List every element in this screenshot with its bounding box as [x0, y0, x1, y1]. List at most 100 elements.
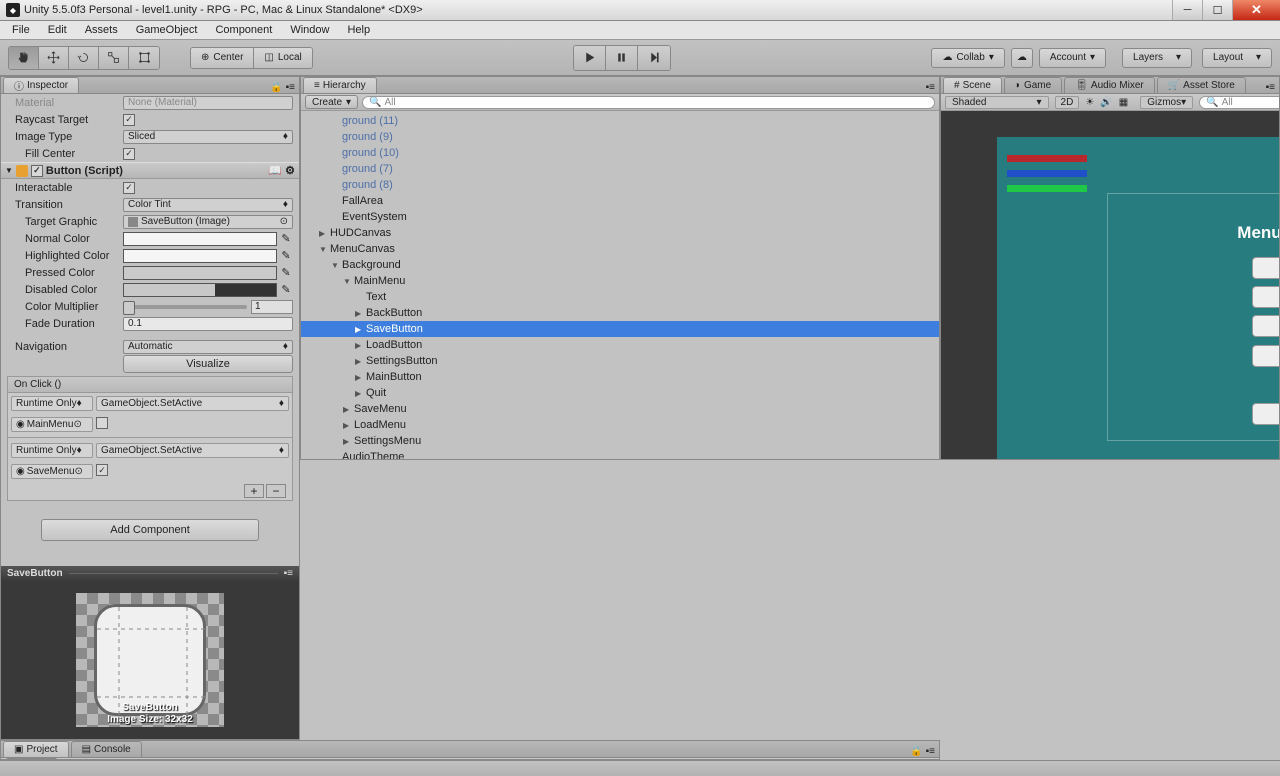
preview-options-icon[interactable]: ▪≡ — [284, 568, 293, 579]
runtime-dropdown-2[interactable]: Runtime Only ♦ — [11, 443, 93, 458]
eyedropper-icon[interactable]: ✎ — [279, 266, 293, 280]
collab-dropdown[interactable]: ☁ Collab ▾ — [931, 48, 1004, 68]
pivot-local-button[interactable]: ◫ Local — [254, 48, 311, 68]
fx-toggle-icon[interactable]: ▦ — [1119, 97, 1128, 108]
color-multiplier-value[interactable]: 1 — [251, 300, 293, 314]
cloud-button[interactable]: ☁ — [1011, 48, 1033, 68]
hierarchy-options-icon[interactable]: ▪≡ — [922, 82, 939, 93]
function-dropdown-2[interactable]: GameObject.SetActive♦ — [96, 443, 289, 458]
component-gear-icon[interactable]: ⚙ — [285, 164, 295, 177]
inspector-tab[interactable]: ⓘ Inspector — [3, 77, 79, 93]
rect-tool-button[interactable] — [129, 47, 159, 69]
pressed-color-field[interactable] — [123, 266, 277, 280]
2d-toggle[interactable]: 2D — [1055, 96, 1080, 109]
scene-tab[interactable]: # Scene — [943, 77, 1002, 93]
audio-toggle-icon[interactable]: 🔊 — [1100, 97, 1112, 108]
hierarchy-item[interactable]: ground (7) — [301, 161, 939, 177]
rotate-tool-button[interactable] — [69, 47, 99, 69]
scene-options-icon[interactable]: ▪≡ — [1262, 82, 1279, 93]
color-multiplier-slider[interactable] — [123, 305, 247, 309]
component-help-icon[interactable]: 📖 — [268, 164, 282, 177]
project-options-icon[interactable]: 🔒 ▪≡ — [906, 746, 939, 757]
hierarchy-item[interactable]: ▶SaveButton — [301, 321, 939, 337]
object-field-2[interactable]: ◉SaveMenu ⊙ — [11, 464, 93, 479]
navigation-dropdown[interactable]: Automatic♦ — [123, 340, 293, 354]
menu-file[interactable]: File — [4, 22, 38, 38]
audio-mixer-tab[interactable]: 🎚 Audio Mixer — [1064, 77, 1155, 93]
menu-help[interactable]: Help — [339, 22, 378, 38]
onclick-remove-button[interactable]: − — [266, 484, 286, 498]
hierarchy-create-dropdown[interactable]: Create ▾ — [305, 95, 358, 109]
hierarchy-item[interactable]: ▶BackButton — [301, 305, 939, 321]
hierarchy-item[interactable]: FallArea — [301, 193, 939, 209]
hierarchy-item[interactable]: ▶LoadMenu — [301, 417, 939, 433]
gizmos-dropdown[interactable]: Gizmos ▾ — [1140, 96, 1193, 109]
scale-tool-button[interactable] — [99, 47, 129, 69]
fade-duration-field[interactable]: 0.1 — [123, 317, 293, 331]
menu-gameobject[interactable]: GameObject — [128, 22, 206, 38]
hierarchy-item[interactable]: ▶MainButton — [301, 369, 939, 385]
hierarchy-item[interactable]: AudioTheme — [301, 449, 939, 459]
window-maximize-button[interactable]: ☐ — [1202, 0, 1232, 20]
target-graphic-field[interactable]: SaveButton (Image)⊙ — [123, 215, 293, 229]
inspector-lock-icon[interactable]: 🔒 ▪≡ — [266, 82, 299, 93]
hierarchy-item[interactable]: ▼MainMenu — [301, 273, 939, 289]
hierarchy-item[interactable]: ground (9) — [301, 129, 939, 145]
hierarchy-search-input[interactable]: 🔍All — [362, 96, 935, 109]
hierarchy-item[interactable]: ▶SettingsButton — [301, 353, 939, 369]
hierarchy-tab[interactable]: ≡ Hierarchy — [303, 77, 377, 93]
raycast-target-checkbox[interactable]: ✓ — [123, 114, 135, 126]
setactive-checkbox-2[interactable]: ✓ — [96, 464, 108, 476]
normal-color-field[interactable] — [123, 232, 277, 246]
runtime-dropdown-1[interactable]: Runtime Only ♦ — [11, 396, 93, 411]
menu-component[interactable]: Component — [207, 22, 280, 38]
fill-center-checkbox[interactable]: ✓ — [123, 148, 135, 160]
button-component-header[interactable]: ▼✓Button (Script)📖⚙ — [1, 162, 299, 179]
pivot-center-button[interactable]: ⊕ Center — [191, 48, 254, 68]
function-dropdown-1[interactable]: GameObject.SetActive♦ — [96, 396, 289, 411]
material-field[interactable]: None (Material) — [123, 96, 293, 110]
hierarchy-item[interactable]: ▶LoadButton — [301, 337, 939, 353]
eyedropper-icon[interactable]: ✎ — [279, 283, 293, 297]
hierarchy-item[interactable]: ▶HUDCanvas — [301, 225, 939, 241]
play-button[interactable] — [574, 46, 606, 70]
menu-assets[interactable]: Assets — [77, 22, 126, 38]
eyedropper-icon[interactable]: ✎ — [279, 249, 293, 263]
step-button[interactable] — [638, 46, 670, 70]
highlighted-color-field[interactable] — [123, 249, 277, 263]
object-field-1[interactable]: ◉MainMenu ⊙ — [11, 417, 93, 432]
layers-dropdown[interactable]: Layers ▾ — [1122, 48, 1192, 68]
visualize-button[interactable]: Visualize — [123, 355, 293, 373]
hierarchy-item[interactable]: ▶SaveMenu — [301, 401, 939, 417]
interactable-checkbox[interactable]: ✓ — [123, 182, 135, 194]
scene-viewport[interactable]: Menu Back to game Save Game Load Game Se… — [941, 111, 1279, 459]
hierarchy-tree[interactable]: ground (11)ground (9)ground (10)ground (… — [301, 111, 939, 459]
onclick-add-button[interactable]: + — [244, 484, 264, 498]
disabled-color-field[interactable] — [123, 283, 277, 297]
window-minimize-button[interactable]: ─ — [1172, 0, 1202, 20]
menu-edit[interactable]: Edit — [40, 22, 75, 38]
hand-tool-button[interactable] — [9, 47, 39, 69]
add-component-button[interactable]: Add Component — [41, 519, 259, 541]
hierarchy-item[interactable]: ground (8) — [301, 177, 939, 193]
hierarchy-item[interactable]: ground (11) — [301, 113, 939, 129]
hierarchy-item[interactable]: ground (10) — [301, 145, 939, 161]
transition-dropdown[interactable]: Color Tint♦ — [123, 198, 293, 212]
lighting-toggle-icon[interactable]: ☀ — [1085, 97, 1094, 108]
asset-store-tab[interactable]: 🛒 Asset Store — [1157, 77, 1246, 93]
game-tab[interactable]: ◗ Game — [1004, 77, 1062, 93]
shading-mode-dropdown[interactable]: Shaded▾ — [945, 96, 1049, 109]
window-close-button[interactable]: ✕ — [1232, 0, 1280, 20]
hierarchy-item[interactable]: EventSystem — [301, 209, 939, 225]
hierarchy-item[interactable]: Text — [301, 289, 939, 305]
console-tab[interactable]: ▤ Console — [71, 741, 142, 757]
project-tab[interactable]: ▣ Project — [3, 741, 69, 757]
hierarchy-item[interactable]: ▶Quit — [301, 385, 939, 401]
hierarchy-item[interactable]: ▶SettingsMenu — [301, 433, 939, 449]
layout-dropdown[interactable]: Layout ▾ — [1202, 48, 1272, 68]
image-type-dropdown[interactable]: Sliced♦ — [123, 130, 293, 144]
eyedropper-icon[interactable]: ✎ — [279, 232, 293, 246]
setactive-checkbox-1[interactable] — [96, 417, 108, 429]
move-tool-button[interactable] — [39, 47, 69, 69]
preview-header[interactable]: SaveButton▪≡ — [1, 566, 299, 581]
